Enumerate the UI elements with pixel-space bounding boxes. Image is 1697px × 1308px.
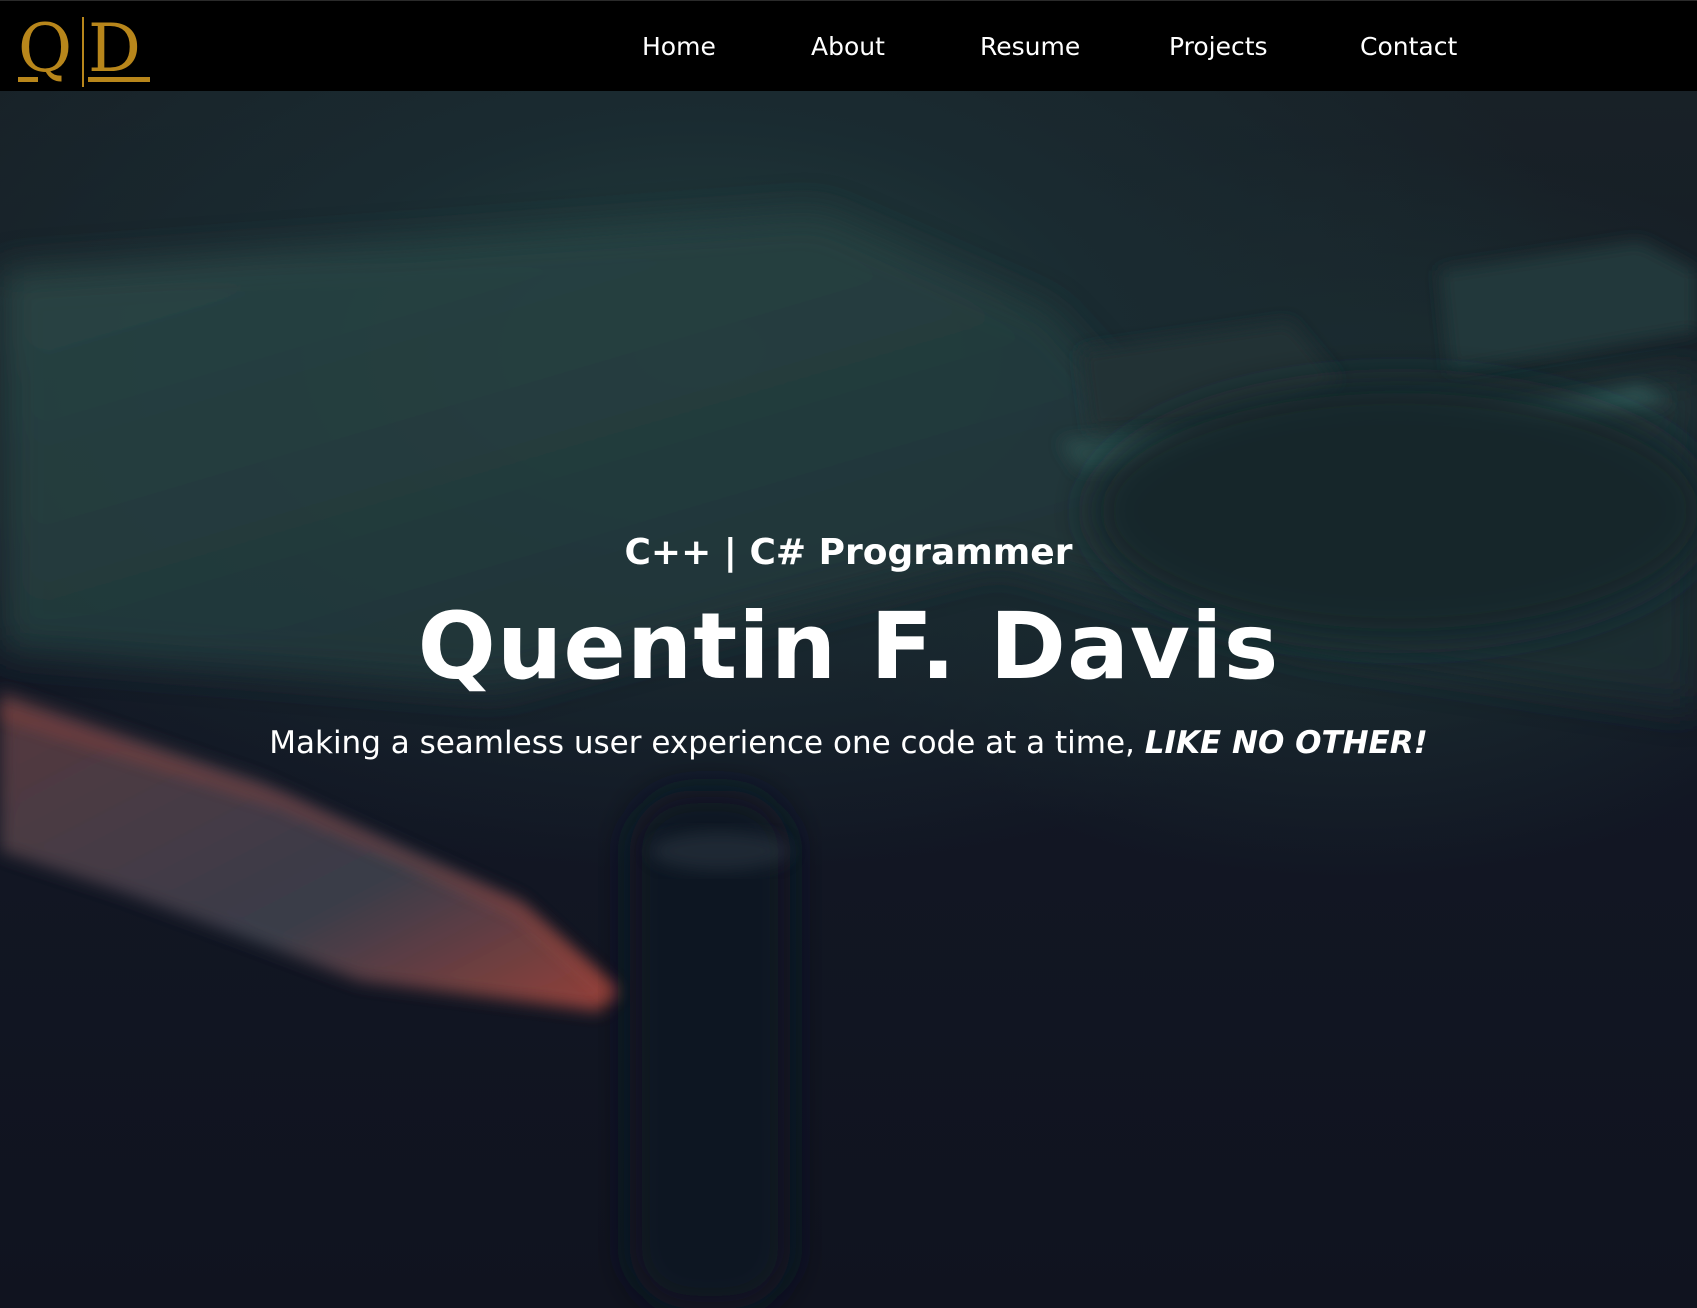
role-subtitle: C++ | C# Programmer xyxy=(624,532,1073,573)
tagline-text: Making a seamless user experience one co… xyxy=(269,725,1145,761)
hero-tagline: Making a seamless user experience one co… xyxy=(0,720,1697,766)
nav-link-resume[interactable]: Resume xyxy=(980,29,1080,65)
hero-name-heading: Quentin F. Davis xyxy=(417,593,1280,700)
tagline-emphasis: LIKE NO OTHER! xyxy=(1144,725,1428,761)
top-navbar: Q D Home About Resume Projects Contact xyxy=(0,0,1697,91)
nav-menu: Home About Resume Projects Contact xyxy=(0,1,1697,92)
nav-link-about[interactable]: About xyxy=(811,29,885,65)
hero-content: C++ | C# Programmer Quentin F. Davis Mak… xyxy=(0,0,1697,1308)
nav-link-home[interactable]: Home xyxy=(642,29,716,65)
nav-link-contact[interactable]: Contact xyxy=(1360,29,1457,65)
nav-link-projects[interactable]: Projects xyxy=(1169,29,1268,65)
page: Q D Home About Resume Projects Contact C… xyxy=(0,0,1697,1308)
